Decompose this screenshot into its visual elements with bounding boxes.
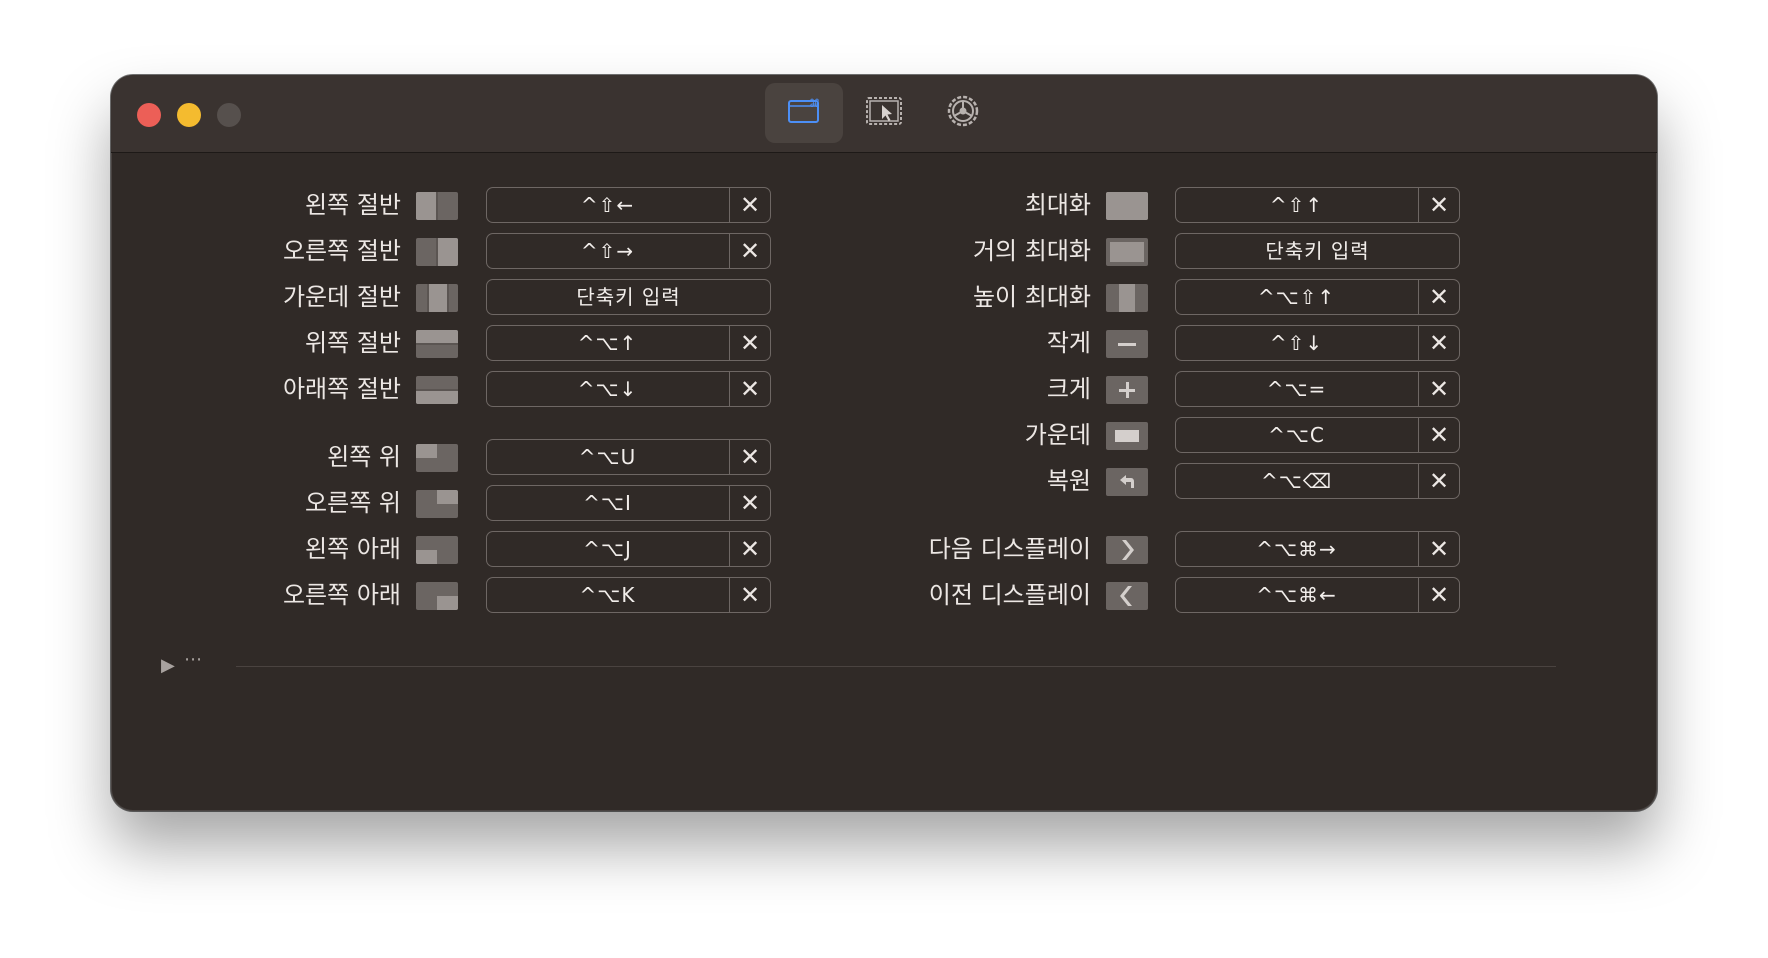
shortcut-row-maximize: 최대화 ^⇧↑ ✕ — [111, 187, 1511, 223]
clear-shortcut-button[interactable]: ✕ — [1419, 372, 1459, 406]
settings-tab[interactable] — [924, 83, 1002, 143]
shortcut-label: 다음 디스플레이 — [928, 535, 1091, 563]
shortcut-value: ^⇧↓ — [1269, 331, 1324, 355]
shortcut-value: ^⌥⌫ — [1260, 469, 1333, 493]
shortcut-recorder[interactable]: 단축키 입력 — [1175, 233, 1460, 269]
shortcut-row-restore: 복원 ^⌥⌫ ✕ — [111, 463, 1511, 499]
shortcut-value: ^⌥⇧↑ — [1257, 285, 1336, 309]
shortcut-placeholder: 단축키 입력 — [1265, 239, 1370, 263]
disclosure-triangle-icon[interactable]: ▶ — [161, 655, 175, 676]
divider — [236, 666, 1556, 667]
center-icon — [1106, 422, 1148, 450]
more-options-icon[interactable]: ⋯ — [184, 649, 203, 670]
shortcut-recorder[interactable]: ^⌥C ✕ — [1175, 417, 1460, 453]
maximize-icon — [1106, 192, 1148, 220]
shortcut-label: 복원 — [1046, 467, 1091, 495]
zoom-window-button[interactable] — [217, 103, 241, 127]
preferences-window: ⌘ 왼쪽 절반 ^⇧← ✕ 오른쪽 절반 ^⇧→ ✕ 가운데 절반 단축키 입력… — [111, 75, 1657, 811]
clear-shortcut-button[interactable]: ✕ — [1419, 280, 1459, 314]
shortcut-label: 가운데 — [1024, 421, 1091, 449]
clear-shortcut-button[interactable]: ✕ — [1419, 188, 1459, 222]
restore-icon — [1106, 468, 1148, 496]
title-bar: ⌘ — [111, 75, 1657, 153]
shortcut-value: ^⇧↑ — [1269, 193, 1324, 217]
shortcut-recorder[interactable]: ^⌥⌘→ ✕ — [1175, 531, 1460, 567]
shortcut-row-next-display: 다음 디스플레이 ^⌥⌘→ ✕ — [111, 531, 1511, 567]
shortcut-recorder[interactable]: ^⇧↑ ✕ — [1175, 187, 1460, 223]
shortcut-recorder[interactable]: ^⌥⇧↑ ✕ — [1175, 279, 1460, 315]
shortcut-row-center: 가운데 ^⌥C ✕ — [111, 417, 1511, 453]
shortcut-value: ^⌥= — [1266, 377, 1327, 401]
larger-icon — [1106, 376, 1148, 404]
clear-shortcut-button[interactable]: ✕ — [1419, 464, 1459, 498]
minimize-window-button[interactable] — [177, 103, 201, 127]
shortcut-value: ^⌥⌘← — [1256, 583, 1337, 607]
shortcut-label: 크게 — [1046, 375, 1091, 403]
shortcut-value: ^⌥C — [1268, 423, 1325, 447]
shortcut-row-previous-display: 이전 디스플레이 ^⌥⌘← ✕ — [111, 577, 1511, 613]
shortcut-label: 거의 최대화 — [972, 237, 1091, 265]
shortcut-recorder[interactable]: ^⌥⌘← ✕ — [1175, 577, 1460, 613]
window-cursor-icon — [865, 95, 903, 131]
shortcut-row-maximize-height: 높이 최대화 ^⌥⇧↑ ✕ — [111, 279, 1511, 315]
shortcut-recorder[interactable]: ^⇧↓ ✕ — [1175, 325, 1460, 361]
svg-text:⌘: ⌘ — [809, 97, 820, 110]
clear-shortcut-button[interactable]: ✕ — [1419, 418, 1459, 452]
window-keyboard-icon: ⌘ — [787, 97, 821, 129]
shortcut-label: 높이 최대화 — [972, 283, 1091, 311]
close-window-button[interactable] — [137, 103, 161, 127]
shortcut-row-smaller: 작게 ^⇧↓ ✕ — [111, 325, 1511, 361]
shortcuts-tab[interactable]: ⌘ — [765, 83, 843, 143]
shortcut-label: 최대화 — [1024, 191, 1091, 219]
clear-shortcut-button[interactable]: ✕ — [1419, 578, 1459, 612]
maximize-height-icon — [1106, 284, 1148, 312]
shortcut-recorder[interactable]: ^⌥⌫ ✕ — [1175, 463, 1460, 499]
next-display-icon — [1106, 536, 1148, 564]
clear-shortcut-button[interactable]: ✕ — [1419, 326, 1459, 360]
smaller-icon — [1106, 330, 1148, 358]
gear-icon — [946, 94, 980, 132]
shortcut-row-almost-maximize: 거의 최대화 단축키 입력 — [111, 233, 1511, 269]
previous-display-icon — [1106, 582, 1148, 610]
clear-shortcut-button[interactable]: ✕ — [1419, 532, 1459, 566]
shortcut-label: 작게 — [1046, 329, 1091, 357]
almost-maximize-icon — [1106, 238, 1148, 266]
shortcut-value: ^⌥⌘→ — [1256, 537, 1337, 561]
snap-areas-tab[interactable] — [845, 83, 923, 143]
shortcut-label: 이전 디스플레이 — [928, 581, 1091, 609]
shortcut-row-larger: 크게 ^⌥= ✕ — [111, 371, 1511, 407]
shortcut-recorder[interactable]: ^⌥= ✕ — [1175, 371, 1460, 407]
